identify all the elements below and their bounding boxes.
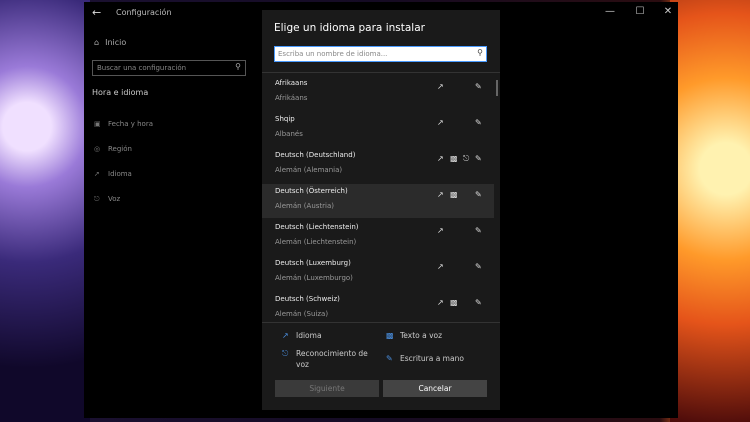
cancel-button[interactable]: Cancelar: [383, 380, 487, 397]
sidebar-item-language[interactable]: ➚ Idioma: [94, 170, 132, 178]
language-name: Deutsch (Liechtenstein): [275, 223, 359, 231]
list-item[interactable]: Deutsch (Schweiz) Alemán (Suiza) ↗ ▩ ✎: [262, 292, 494, 320]
language-name: Deutsch (Luxemburg): [275, 259, 351, 267]
list-item[interactable]: Deutsch (Deutschland) Alemán (Alemania) …: [262, 148, 494, 182]
minimize-icon[interactable]: —: [600, 6, 620, 17]
language-native-name: Alemán (Suiza): [275, 310, 329, 318]
language-pack-icon: ↗: [437, 118, 444, 127]
language-name: Deutsch (Österreich): [275, 187, 348, 195]
nav-section-title: Hora e idioma: [92, 88, 149, 97]
handwriting-icon: ✎: [475, 82, 482, 91]
next-button[interactable]: Siguiente: [275, 380, 379, 397]
sidebar-item-date-time[interactable]: ▣ Fecha y hora: [94, 120, 153, 128]
divider: [262, 322, 500, 323]
legend-label: Reconocimiento de voz: [296, 349, 368, 369]
language-search-box[interactable]: ⚲: [274, 46, 487, 62]
handwriting-icon: ✎: [475, 298, 482, 307]
list-item[interactable]: Afrikaans Afrikáans ↗ ✎: [262, 76, 494, 110]
settings-search-input[interactable]: Buscar una configuración ⚲: [92, 60, 246, 76]
microphone-icon: ⎋: [463, 154, 470, 163]
language-icon: ➚: [94, 170, 100, 178]
language-native-name: Alemán (Liechtenstein): [275, 238, 357, 246]
language-pack-icon: ↗: [437, 82, 444, 91]
language-name: Deutsch (Schweiz): [275, 295, 340, 303]
search-icon: ⚲: [477, 48, 483, 57]
language-pack-icon: ↗: [437, 190, 444, 199]
sidebar-item-voice[interactable]: ⎋ Voz: [94, 195, 120, 204]
language-native-name: Afrikáans: [275, 94, 308, 102]
language-native-name: Alemán (Luxemburgo): [275, 274, 353, 282]
dialog-title: Elige un idioma para instalar: [274, 22, 425, 34]
legend-label: Idioma: [296, 331, 322, 340]
microphone-icon: ⎋: [94, 195, 100, 203]
text-to-speech-icon: ▩: [386, 331, 394, 340]
sidebar-item-label: Región: [108, 145, 132, 153]
nav-home-label: Inicio: [105, 38, 127, 47]
language-pack-icon: ↗: [437, 154, 444, 163]
language-name: Shqip: [275, 115, 295, 123]
desktop-wallpaper-left: [0, 0, 90, 422]
language-native-name: Albanés: [275, 130, 303, 138]
language-dialog: Elige un idioma para instalar ⚲ Afrikaan…: [262, 10, 500, 410]
home-icon: ⌂: [94, 38, 100, 47]
sidebar-item-label: Voz: [108, 195, 121, 203]
maximize-icon[interactable]: ☐: [630, 6, 650, 17]
divider: [262, 72, 500, 73]
settings-nav: ⌂ Inicio Buscar una configuración ⚲ Hora …: [84, 24, 262, 418]
language-list: Afrikaans Afrikáans ↗ ✎ Shqip Albanés ↗ …: [262, 76, 500, 320]
list-item[interactable]: Deutsch (Liechtenstein) Alemán (Liechten…: [262, 220, 494, 254]
close-icon[interactable]: ✕: [658, 6, 678, 17]
text-to-speech-icon: ▩: [450, 190, 458, 199]
handwriting-icon: ✎: [475, 118, 482, 127]
language-native-name: Alemán (Alemania): [275, 166, 343, 174]
handwriting-icon: ✎: [475, 190, 482, 199]
sidebar-item-label: Fecha y hora: [108, 120, 154, 128]
legend-label: Texto a voz: [400, 331, 443, 340]
language-native-name: Alemán (Austria): [275, 202, 335, 210]
language-pack-icon: ↗: [282, 331, 289, 340]
desktop-wallpaper-right: [670, 0, 750, 422]
language-name: Deutsch (Deutschland): [275, 151, 356, 159]
back-arrow-icon[interactable]: ←: [92, 6, 101, 19]
microphone-icon: ⎋: [282, 349, 289, 358]
nav-home[interactable]: ⌂ Inicio: [94, 38, 126, 47]
calendar-clock-icon: ▣: [94, 120, 101, 128]
language-pack-icon: ↗: [437, 226, 444, 235]
handwriting-icon: ✎: [475, 154, 482, 163]
app-title: Configuración: [116, 8, 172, 17]
list-item[interactable]: Deutsch (Österreich) Alemán (Austria) ↗ …: [262, 184, 494, 218]
language-search-input[interactable]: [278, 48, 468, 60]
sidebar-item-label: Idioma: [108, 170, 132, 178]
text-to-speech-icon: ▩: [450, 154, 458, 163]
handwriting-icon: ✎: [475, 262, 482, 271]
language-name: Afrikaans: [275, 79, 308, 87]
handwriting-icon: ✎: [386, 354, 393, 363]
list-item[interactable]: Deutsch (Luxemburg) Alemán (Luxemburgo) …: [262, 256, 494, 290]
scrollbar[interactable]: [496, 80, 498, 96]
text-to-speech-icon: ▩: [450, 298, 458, 307]
search-icon: ⚲: [235, 62, 241, 71]
language-pack-icon: ↗: [437, 262, 444, 271]
handwriting-icon: ✎: [475, 226, 482, 235]
globe-icon: ◎: [94, 145, 101, 153]
sidebar-item-region[interactable]: ◎ Región: [94, 145, 132, 153]
list-item[interactable]: Shqip Albanés ↗ ✎: [262, 112, 494, 146]
legend-label: Escritura a mano: [400, 354, 464, 363]
settings-search-placeholder: Buscar una configuración: [97, 64, 187, 72]
language-pack-icon: ↗: [437, 298, 444, 307]
